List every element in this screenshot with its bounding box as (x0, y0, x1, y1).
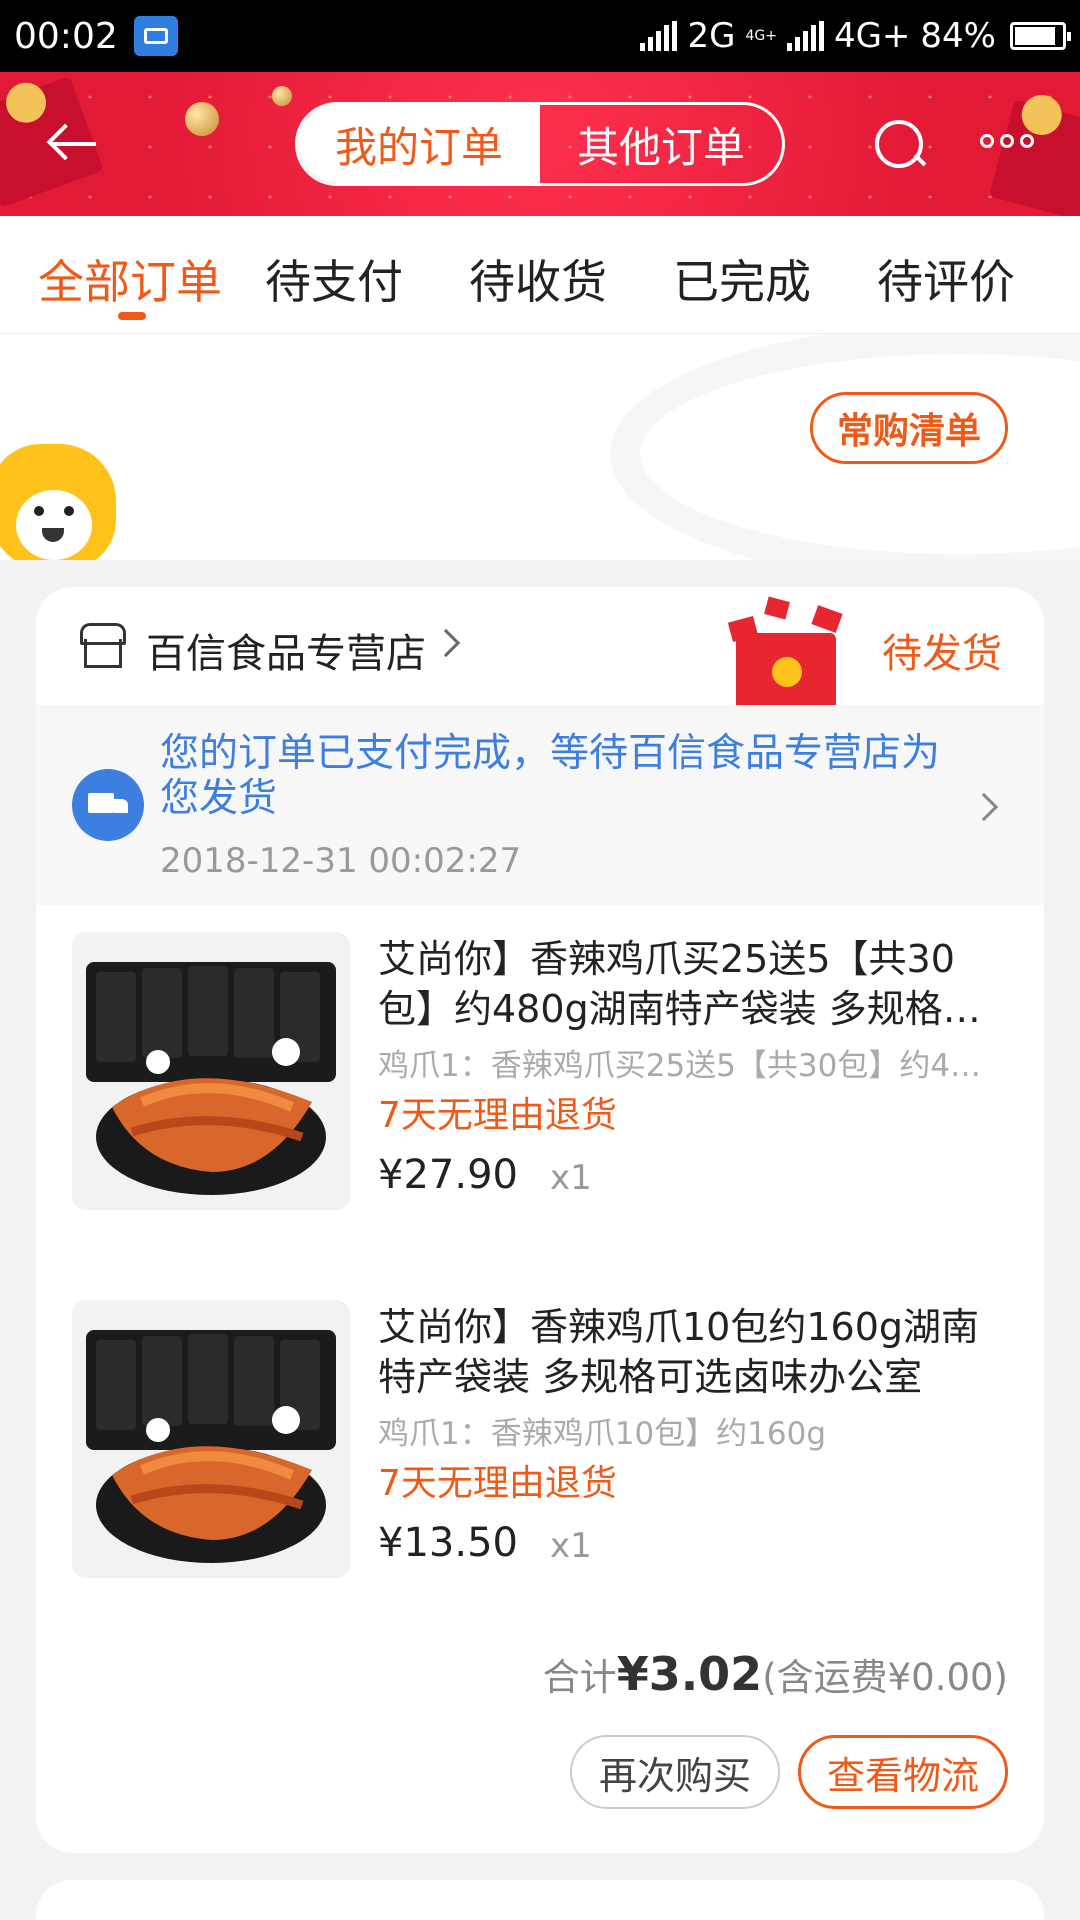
status-bar: 00:02 2G 4G+ 4G+ 84% (0, 0, 1080, 72)
order-type-switch: 我的订单 其他订单 (295, 102, 785, 186)
network-label-1: 2G (687, 16, 736, 56)
product-quantity: x1 (550, 1526, 592, 1566)
battery-percent: 84% (920, 16, 996, 56)
notice-time: 2018-12-31 00:02:27 (160, 841, 522, 881)
return-policy: 7天无理由退货 (378, 1095, 617, 1136)
network-label-2: 4G+ (833, 16, 911, 56)
red-envelope-icon (696, 596, 856, 705)
search-icon[interactable] (875, 120, 927, 172)
tab-my-orders[interactable]: 我的订单 (298, 105, 540, 183)
tab-all-orders[interactable]: 全部订单 (38, 246, 222, 312)
tab-completed[interactable]: 已完成 (673, 246, 811, 312)
next-order-card[interactable] (36, 1880, 1044, 1920)
product-title: 艾尚你】香辣鸡爪买25送5【共30包】约480g湖南特产袋装 多规格… (378, 937, 981, 1031)
bauble-decoration-icon (272, 86, 292, 106)
product-price: ¥27.90 (378, 1152, 518, 1198)
total-amount: ¥3.02 (616, 1647, 763, 1701)
shipping-fee: (含运费¥0.00) (762, 1656, 1008, 1699)
active-tab-indicator (118, 312, 146, 320)
view-logistics-button[interactable]: 查看物流 (798, 1735, 1008, 1809)
network-label-small: 4G+ (745, 28, 777, 44)
promo-banner: 常购清单 (0, 334, 1080, 560)
message-notification-icon (133, 16, 178, 56)
bauble-decoration-icon (185, 102, 219, 136)
total-label: 合计 (542, 1656, 617, 1699)
signal-icon (640, 21, 678, 51)
notice-text: 您的订单已支付完成，等待百信食品专营店为您发货 (160, 731, 941, 821)
product-image (72, 932, 350, 1210)
order-card: 百信食品专营店 待发货 您的订单已支付完成，等待百信食品专营店为您发货 2018… (36, 587, 1044, 1853)
product-quantity: x1 (550, 1158, 592, 1198)
back-arrow-icon[interactable] (50, 120, 100, 170)
status-time: 00:02 (14, 15, 118, 57)
shipping-notice[interactable]: 您的订单已支付完成，等待百信食品专营店为您发货 2018-12-31 00:02… (36, 705, 1044, 905)
signal-icon-2 (786, 21, 824, 51)
tab-pending-review[interactable]: 待评价 (877, 246, 1015, 312)
order-filter-tabs: 全部订单 待支付 待收货 已完成 待评价 (0, 216, 1080, 334)
lion-mascot-icon (0, 444, 116, 560)
store-icon (80, 623, 126, 669)
product-price: ¥13.50 (378, 1520, 518, 1566)
product-title: 艾尚你】香辣鸡爪10包约160g湖南特产袋装 多规格可选卤味办公室麻… (378, 1305, 980, 1399)
order-total: 合计¥3.02(含运费¥0.00) (543, 1647, 1008, 1701)
return-policy: 7天无理由退货 (378, 1463, 617, 1504)
order-status: 待发货 (882, 631, 1002, 677)
store-name: 百信食品专营店 (146, 631, 426, 677)
more-icon[interactable] (980, 134, 1034, 148)
chevron-right-icon (969, 792, 999, 822)
rebuy-button[interactable]: 再次购买 (570, 1735, 780, 1809)
truck-icon (72, 769, 144, 841)
product-spec: 鸡爪1：香辣鸡爪10包】约160g (378, 1416, 827, 1452)
tab-other-orders[interactable]: 其他订单 (540, 105, 782, 183)
order-item[interactable]: 艾尚你】香辣鸡爪10包约160g湖南特产袋装 多规格可选卤味办公室麻… 鸡爪1：… (36, 1300, 1044, 1600)
tab-pending-receipt[interactable]: 待收货 (469, 246, 607, 312)
header-bar: 我的订单 其他订单 (0, 72, 1080, 216)
tab-pending-payment[interactable]: 待支付 (265, 246, 403, 312)
battery-icon (1010, 22, 1071, 50)
chevron-right-icon (431, 628, 461, 658)
store-row[interactable]: 百信食品专营店 待发货 (36, 587, 1044, 705)
frequent-purchases-button[interactable]: 常购清单 (810, 392, 1008, 464)
order-item[interactable]: 艾尚你】香辣鸡爪买25送5【共30包】约480g湖南特产袋装 多规格… 鸡爪1：… (36, 932, 1044, 1232)
product-image (72, 1300, 350, 1578)
product-spec: 鸡爪1：香辣鸡爪买25送5【共30包】约4… (378, 1048, 982, 1084)
